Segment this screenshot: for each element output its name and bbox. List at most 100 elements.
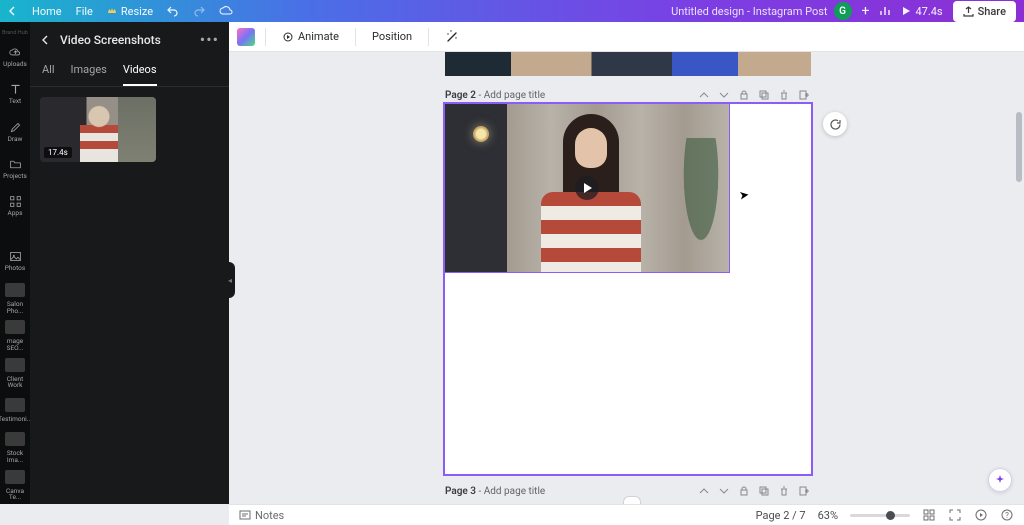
svg-text:?: ? xyxy=(1005,511,1009,520)
grid-icon xyxy=(923,509,935,521)
add-member-button[interactable]: + xyxy=(862,3,870,19)
rail-top-label: Brand Hub xyxy=(0,26,30,38)
analytics-button[interactable] xyxy=(879,5,891,17)
page-move-down-button[interactable] xyxy=(717,88,731,102)
trash-icon xyxy=(779,486,789,496)
chevron-left-icon xyxy=(40,34,52,46)
page-2-canvas[interactable] xyxy=(445,104,811,474)
page-duplicate-button[interactable] xyxy=(757,88,771,102)
color-picker-button[interactable] xyxy=(237,28,255,46)
text-icon xyxy=(9,83,22,96)
rail-folder-client[interactable]: Client Work xyxy=(0,355,30,392)
divider xyxy=(265,28,266,46)
present-button[interactable] xyxy=(974,508,988,522)
page-1-preview[interactable] xyxy=(445,52,811,76)
folder-icon xyxy=(9,158,22,171)
rail-projects[interactable]: Projects xyxy=(0,150,30,187)
rail-uploads[interactable]: Uploads xyxy=(0,38,30,75)
canvas-area[interactable]: Page 2 - Add page title ➤ Page 3 - Add p… xyxy=(229,52,1024,504)
divider xyxy=(428,28,429,46)
zoom-slider[interactable] xyxy=(850,514,910,517)
home-button[interactable]: Home xyxy=(32,5,62,18)
animate-button[interactable]: Animate xyxy=(276,26,345,47)
lock-icon xyxy=(739,90,749,100)
wand-icon xyxy=(445,30,459,44)
redo-button[interactable] xyxy=(193,5,205,17)
chevron-left-icon xyxy=(8,6,18,16)
page-3-title[interactable]: Page 3 - Add page title xyxy=(445,486,545,497)
chevron-up-icon xyxy=(699,90,709,100)
magic-button[interactable] xyxy=(988,468,1012,492)
add-page-icon xyxy=(799,486,809,496)
page-move-up-button[interactable] xyxy=(697,484,711,498)
play-button[interactable] xyxy=(575,176,599,200)
chevron-down-icon xyxy=(719,486,729,496)
notes-button[interactable]: Notes xyxy=(239,508,284,522)
page-2-title[interactable]: Page 2 - Add page title xyxy=(445,90,545,101)
rail-folder-seo[interactable]: mage SEO... xyxy=(0,317,30,354)
resize-button[interactable]: Resize xyxy=(107,5,153,18)
back-button[interactable] xyxy=(8,6,18,16)
zoom-slider-thumb[interactable] xyxy=(886,511,895,520)
undo-button[interactable] xyxy=(167,5,179,17)
tab-all[interactable]: All xyxy=(42,57,55,86)
page-add-button[interactable] xyxy=(797,484,811,498)
page-delete-button[interactable] xyxy=(777,484,791,498)
zoom-percent[interactable]: 63% xyxy=(818,509,838,522)
tab-videos[interactable]: Videos xyxy=(123,57,157,86)
panel-more-button[interactable]: ••• xyxy=(200,30,219,49)
regenerate-button[interactable] xyxy=(823,112,847,136)
expand-icon xyxy=(949,509,961,521)
play-preview-button[interactable]: 47.4s xyxy=(901,5,942,18)
cloud-icon xyxy=(219,5,233,17)
crown-icon xyxy=(107,6,117,16)
rail-photos[interactable]: Photos xyxy=(0,243,30,280)
chart-icon xyxy=(879,5,891,17)
notes-icon xyxy=(239,509,251,521)
video-thumbnail[interactable]: 17.4s xyxy=(40,97,156,162)
video-element[interactable] xyxy=(445,104,729,272)
tab-images[interactable]: Images xyxy=(71,57,107,86)
mouse-cursor: ➤ xyxy=(738,187,750,202)
page-move-up-button[interactable] xyxy=(697,88,711,102)
rail-folder-canva[interactable]: Canva Te... xyxy=(0,467,30,504)
add-page-nub[interactable] xyxy=(623,496,641,504)
cloud-sync-button[interactable] xyxy=(219,5,233,17)
header-left-group: Home File Resize xyxy=(8,5,233,18)
animate-label: Animate xyxy=(298,30,339,43)
rail-folder-stock[interactable]: Stock Ima... xyxy=(0,429,30,466)
redo-icon xyxy=(193,5,205,17)
rail-folder-salon[interactable]: Salon Pho... xyxy=(0,280,30,317)
share-button[interactable]: Share xyxy=(953,1,1016,22)
rail-folder-testimonials[interactable]: Testimoni... xyxy=(0,392,30,429)
avatar[interactable]: G xyxy=(834,2,852,20)
rail-text[interactable]: Text xyxy=(0,75,30,112)
image-icon xyxy=(9,250,22,263)
cloud-upload-icon xyxy=(9,46,22,59)
notes-label: Notes xyxy=(255,509,284,522)
scrollbar-thumb[interactable] xyxy=(1016,112,1022,182)
header-right-group: G + 47.4s Share xyxy=(834,1,1016,22)
position-button[interactable]: Position xyxy=(366,26,418,47)
page-delete-button[interactable] xyxy=(777,88,791,102)
grid-view-button[interactable] xyxy=(922,508,936,522)
page-move-down-button[interactable] xyxy=(717,484,731,498)
help-button[interactable]: ? xyxy=(1000,508,1014,522)
file-menu[interactable]: File xyxy=(76,5,93,18)
effects-button[interactable] xyxy=(439,26,465,48)
top-header: Home File Resize Untitled design - Insta… xyxy=(0,0,1024,22)
rail-apps[interactable]: Apps xyxy=(0,187,30,224)
panel-collapse-button[interactable]: ◂ xyxy=(225,262,235,298)
document-title[interactable]: Untitled design - Instagram Post xyxy=(233,5,833,18)
page-lock-button[interactable] xyxy=(737,484,751,498)
page-add-button[interactable] xyxy=(797,88,811,102)
play-circle-icon xyxy=(975,509,987,521)
rail-draw[interactable]: Draw xyxy=(0,113,30,150)
page-duplicate-button[interactable] xyxy=(757,484,771,498)
resize-label: Resize xyxy=(121,5,153,18)
duration-label: 47.4s xyxy=(915,5,942,18)
panel-back-button[interactable] xyxy=(40,34,52,46)
page-indicator[interactable]: Page 2 / 7 xyxy=(756,509,806,522)
page-lock-button[interactable] xyxy=(737,88,751,102)
fullscreen-button[interactable] xyxy=(948,508,962,522)
